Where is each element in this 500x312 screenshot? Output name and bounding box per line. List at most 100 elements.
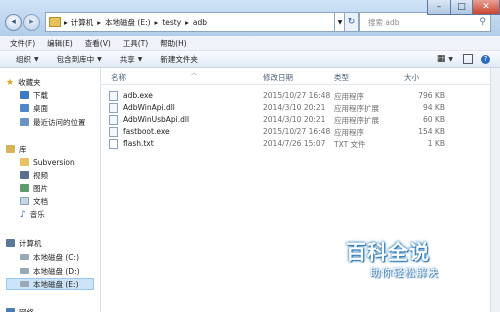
nav-favorites[interactable]: ★ 收藏夹 [6, 76, 41, 89]
file-row[interactable]: fastboot.exe 2015/10/27 16:48 应用程序 154 K… [101, 126, 481, 138]
menu-file[interactable]: 文件(F) [10, 38, 35, 49]
nav-item-label: 本地磁盘 (C:) [33, 252, 79, 262]
breadcrumb-separator: ▸ [64, 17, 68, 27]
desktop-icon [20, 104, 29, 112]
menu-tools[interactable]: 工具(T) [123, 38, 148, 49]
computer-icon [6, 239, 15, 247]
search-icon: ⚲ [479, 17, 486, 27]
new-folder-label: 新建文件夹 [160, 54, 198, 64]
folder-icon [49, 17, 61, 27]
nav-item-documents[interactable]: 文档 [20, 195, 48, 207]
nav-item-drive-c[interactable]: 本地磁盘 (C:) [20, 251, 79, 263]
watermark-subtitle: 助你轻松解决 [370, 267, 439, 279]
menu-edit[interactable]: 编辑(E) [47, 38, 73, 49]
close-icon: ✕ [482, 2, 490, 12]
nav-item-label: 最近访问的位置 [33, 117, 86, 127]
breadcrumb-computer[interactable]: 计算机 [71, 17, 94, 28]
caret-down-icon: ▼ [97, 55, 102, 63]
breadcrumb-drive-e[interactable]: 本地磁盘 (E:) [105, 17, 151, 28]
drive-icon [20, 254, 29, 260]
nav-item-music[interactable]: ♪ 音乐 [20, 208, 45, 221]
file-type: 应用程序 [334, 92, 364, 101]
help-button[interactable]: ? [481, 54, 490, 64]
menu-bar: 文件(F) 编辑(E) 查看(V) 工具(T) 帮助(H) [0, 36, 500, 51]
file-modified: 2014/7/26 15:07 [263, 139, 326, 148]
file-name: flash.txt [123, 139, 154, 148]
nav-libraries[interactable]: 库 [6, 143, 27, 155]
nav-item-label: 下载 [33, 90, 48, 100]
maximize-button[interactable]: □ [450, 0, 473, 15]
view-options-button[interactable]: ▦ ▼ [437, 54, 453, 64]
search-input[interactable]: 搜索 adb ⚲ [359, 12, 491, 32]
file-row[interactable]: AdbWinUsbApi.dll 2014/3/10 20:21 应用程序扩展 … [101, 114, 481, 126]
close-button[interactable]: ✕ [472, 0, 500, 15]
library-icon [6, 145, 15, 153]
drive-icon [20, 281, 29, 287]
nav-item-label: 音乐 [29, 209, 45, 219]
column-header-type[interactable]: 类型 [334, 72, 349, 83]
refresh-button[interactable]: ↻ [344, 12, 359, 32]
nav-item-label: 桌面 [33, 103, 48, 113]
minimize-icon: – [436, 2, 442, 12]
caret-down-icon: ▼ [137, 55, 143, 63]
back-button[interactable]: ◂ [5, 14, 22, 31]
file-modified: 2015/10/27 16:48 [263, 127, 331, 136]
file-modified: 2014/3/10 20:21 [263, 115, 326, 124]
column-header-size[interactable]: 大小 [404, 72, 419, 83]
nav-item-desktop[interactable]: 桌面 [20, 102, 48, 114]
text-file-icon [109, 139, 118, 149]
star-icon: ★ [6, 78, 15, 88]
maximize-icon: □ [457, 2, 466, 12]
file-type: 应用程序扩展 [334, 104, 379, 113]
file-row[interactable]: adb.exe 2015/10/27 16:48 应用程序 796 KB [101, 90, 481, 102]
nav-item-downloads[interactable]: 下载 [20, 89, 48, 101]
nav-network[interactable]: 网络 [6, 306, 34, 312]
dll-file-icon [109, 115, 118, 125]
file-size: 154 KB [418, 127, 445, 136]
column-header-modified[interactable]: 修改日期 [263, 72, 293, 83]
nav-computer[interactable]: 计算机 [6, 237, 42, 249]
nav-network-label: 网络 [19, 307, 34, 312]
include-label: 包含到库中 [56, 54, 95, 64]
breadcrumb-separator: ▸ [185, 17, 189, 27]
vertical-scrollbar[interactable] [490, 68, 500, 312]
command-bar: 组织 ▼ 包含到库中 ▼ 共享 ▼ 新建文件夹 ▦ ▼ ? [0, 51, 500, 68]
nav-item-drive-d[interactable]: 本地磁盘 (D:) [20, 265, 80, 277]
nav-item-drive-e[interactable]: 本地磁盘 (E:) [6, 278, 94, 290]
nav-item-label: 文档 [33, 196, 48, 206]
menu-help[interactable]: 帮助(H) [160, 38, 187, 49]
caret-down-icon: ▼ [34, 55, 39, 63]
forward-button[interactable]: ▸ [23, 14, 40, 31]
address-bar[interactable]: ▸ 计算机 ▸ 本地磁盘 (E:) ▸ testy ▸ adb [45, 12, 335, 32]
nav-item-subversion[interactable]: Subversion [20, 156, 75, 168]
breadcrumb-testy[interactable]: testy [162, 18, 181, 27]
file-name: adb.exe [123, 91, 153, 100]
preview-pane-button[interactable] [463, 54, 473, 64]
breadcrumb-adb[interactable]: adb [193, 18, 207, 27]
folder-icon [20, 158, 29, 166]
include-in-library-button[interactable]: 包含到库中 ▼ [57, 54, 102, 65]
drive-icon [20, 268, 29, 274]
nav-item-recent-places[interactable]: 最近访问的位置 [20, 116, 86, 128]
new-folder-button[interactable]: 新建文件夹 [160, 54, 198, 65]
nav-item-videos[interactable]: 视频 [20, 169, 48, 181]
file-row[interactable]: flash.txt 2014/7/26 15:07 TXT 文件 1 KB [101, 138, 481, 150]
menu-view[interactable]: 查看(V) [85, 38, 111, 49]
exe-file-icon [109, 127, 118, 137]
network-icon [6, 308, 15, 312]
file-type: 应用程序扩展 [334, 116, 379, 125]
nav-item-pictures[interactable]: 图片 [20, 182, 48, 194]
column-header-name[interactable]: 名称 [111, 72, 126, 83]
search-placeholder: 搜索 adb [368, 17, 400, 27]
minimize-button[interactable]: – [427, 0, 451, 15]
preview-pane-icon [463, 54, 473, 64]
video-icon [20, 171, 29, 179]
share-button[interactable]: 共享 ▼ [120, 54, 143, 65]
picture-icon [20, 184, 29, 192]
nav-favorites-label: 收藏夹 [18, 77, 41, 87]
document-icon [20, 197, 29, 205]
breadcrumb-separator: ▸ [154, 17, 159, 27]
navigation-pane: ★ 收藏夹 下载 桌面 最近访问的位置 库 Subversion 视频 图片 文… [0, 68, 101, 312]
organize-button[interactable]: 组织 ▼ [16, 54, 39, 65]
file-row[interactable]: AdbWinApi.dll 2014/3/10 20:21 应用程序扩展 94 … [101, 102, 481, 114]
